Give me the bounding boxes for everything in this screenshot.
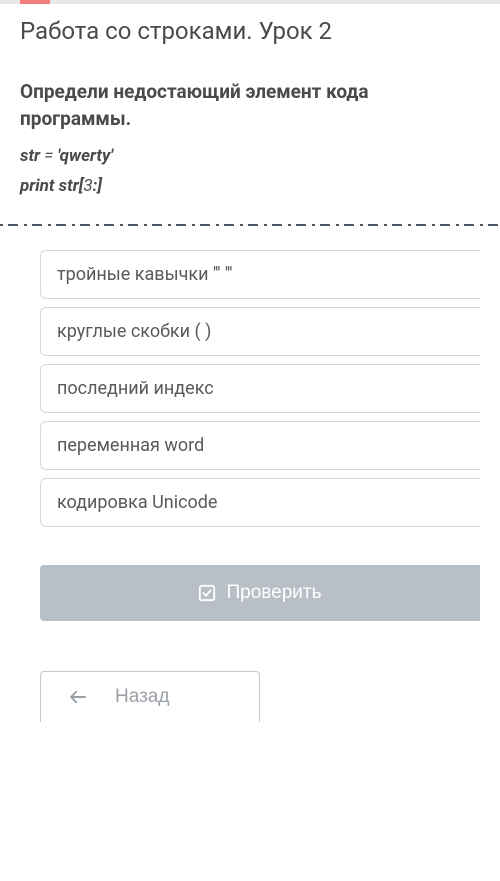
code-var: str — [20, 146, 40, 166]
option-item[interactable]: тройные кавычки ''' ''' — [40, 250, 480, 299]
arrow-left-icon — [69, 690, 87, 704]
option-item[interactable]: последний индекс — [40, 364, 480, 413]
code-eq: = — [40, 146, 57, 166]
progress-fill — [20, 0, 50, 4]
code-print-b: 3 — [83, 176, 92, 196]
code-val: 'qwerty' — [58, 146, 114, 166]
back-button[interactable]: Назад — [40, 671, 260, 722]
progress-bar — [0, 0, 500, 4]
code-line-1: str = 'qwerty' — [20, 146, 480, 166]
code-print-a: print str[ — [20, 176, 83, 196]
option-item[interactable]: переменная word — [40, 421, 480, 470]
option-item[interactable]: кодировка Unicode — [40, 478, 480, 527]
divider — [0, 224, 500, 226]
question-text: Определи недостающий элемент кода програ… — [20, 79, 480, 132]
code-print-c: :] — [93, 176, 102, 196]
check-button[interactable]: Проверить — [40, 565, 480, 621]
page-title: Работа со строками. Урок 2 — [20, 16, 480, 47]
check-button-label: Проверить — [226, 582, 321, 604]
back-button-label: Назад — [115, 686, 169, 708]
checkbox-check-icon — [198, 584, 216, 602]
option-item[interactable]: круглые скобки ( ) — [40, 307, 480, 356]
code-line-2: print str[3:] — [20, 176, 480, 196]
options-list: тройные кавычки ''' ''' круглые скобки (… — [20, 250, 480, 527]
